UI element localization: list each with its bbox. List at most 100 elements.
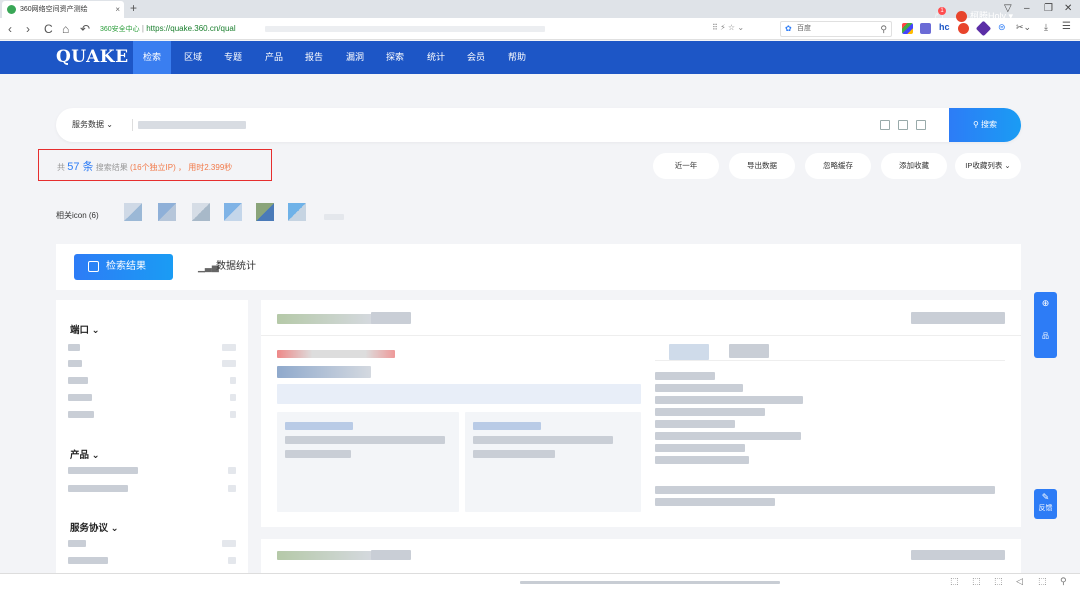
nav-region[interactable]: 区域 (174, 41, 212, 74)
status-icon[interactable]: ⬚ (950, 576, 959, 587)
filter-option[interactable] (68, 485, 128, 492)
result-summary: 共 57 条 搜索结果 (16个独立IP) ， 用时2.399秒 (57, 158, 232, 174)
detail-line (285, 422, 353, 430)
forward-button[interactable]: › (26, 20, 30, 38)
result-count: 57 条 (67, 161, 94, 173)
notification-badge: 1 (938, 7, 946, 15)
url-tools-icon[interactable]: ⠿ ⚡ ☆ ⌄ (712, 23, 744, 32)
extension-icon-red[interactable] (958, 23, 969, 34)
filter-protocol-header[interactable]: 服务协议 ⌄ (70, 520, 119, 534)
nav-help[interactable]: 帮助 (498, 41, 536, 74)
result-title[interactable] (277, 551, 373, 560)
filter-option[interactable] (68, 394, 92, 401)
float-panel-button[interactable]: ⊕ 品 (1034, 292, 1057, 358)
image-search-icon[interactable] (916, 120, 926, 130)
result-tag (371, 312, 411, 324)
feedback-button[interactable]: ✎ 反馈 (1034, 489, 1057, 519)
batch-search-icon[interactable] (898, 120, 908, 130)
filter-count (228, 557, 236, 564)
response-tab[interactable] (669, 344, 709, 360)
filter-product-header[interactable]: 产品 ⌄ (70, 447, 100, 461)
filter-option[interactable] (68, 360, 82, 367)
response-tab[interactable] (729, 344, 769, 358)
menu-icon[interactable]: ☰ (1062, 21, 1071, 32)
related-icon[interactable] (192, 203, 210, 221)
undo-close-button[interactable]: ↶ (80, 20, 90, 38)
summary-label: 搜索结果 (95, 163, 128, 172)
nav-search[interactable]: 检索 (133, 41, 171, 74)
edit-icon: ✎ (1041, 492, 1050, 502)
search-input[interactable] (138, 121, 246, 129)
address-bar: ‹ › C ⌂ ↶ 360安全中心 | https://quake.360.cn… (0, 18, 1080, 40)
ignore-cache-button[interactable]: 忽略缓存 (805, 153, 871, 179)
status-icon[interactable]: ⬚ (972, 576, 981, 587)
detail-line (285, 450, 351, 458)
status-icon[interactable]: ⬚ (1038, 576, 1047, 587)
tab-statistics[interactable]: 数据统计 (216, 254, 256, 280)
filter-option[interactable] (68, 411, 94, 418)
browser-search-field[interactable]: ✿ 百度 ⚲ (780, 21, 892, 37)
search-button[interactable]: ⚲ 搜索 (949, 108, 1021, 142)
site-favicon-icon (7, 5, 16, 14)
result-card (261, 539, 1021, 573)
related-icon[interactable] (158, 203, 176, 221)
nav-topic[interactable]: 专题 (214, 41, 252, 74)
avatar[interactable] (956, 11, 967, 22)
search-icon[interactable]: ⚲ (880, 22, 887, 36)
search-engine-label: 百度 (797, 25, 811, 32)
response-line (655, 444, 745, 452)
download-icon[interactable]: ⤓ (1044, 22, 1048, 33)
related-icon[interactable] (256, 203, 274, 221)
filter-port-header[interactable]: 端口 ⌄ (70, 322, 100, 336)
result-title[interactable] (277, 314, 373, 324)
quake-logo[interactable]: QUAKE (56, 47, 129, 67)
related-icon[interactable] (224, 203, 242, 221)
related-icon-more[interactable] (324, 214, 344, 220)
url-field[interactable]: 360安全中心 | https://quake.360.cn/qual (100, 21, 760, 37)
security-badge: 360安全中心 (100, 26, 140, 33)
related-icon[interactable] (124, 203, 142, 221)
zoom-icon[interactable]: ⚲ (1060, 576, 1067, 587)
browser-tab[interactable]: 360网络空间资产测绘 × (2, 1, 124, 18)
filter-option[interactable] (68, 540, 86, 547)
filter-option[interactable] (68, 344, 80, 351)
nav-product[interactable]: 产品 (255, 41, 293, 74)
response-line (655, 432, 801, 440)
response-line (655, 372, 715, 380)
hc-extension[interactable]: hc (939, 22, 950, 32)
new-tab-button[interactable]: + (130, 0, 137, 17)
response-line (655, 498, 775, 506)
nav-explore[interactable]: 探索 (376, 41, 414, 74)
speaker-icon[interactable]: ◁ (1016, 576, 1023, 587)
related-icon[interactable] (288, 203, 306, 221)
reload-button[interactable]: C (44, 20, 53, 38)
nav-statistics[interactable]: 统计 (417, 41, 455, 74)
filter-option[interactable] (68, 467, 138, 474)
export-data-button[interactable]: 导出数据 (729, 153, 795, 179)
status-icon[interactable]: ⬚ (994, 576, 1003, 587)
filter-option[interactable] (68, 557, 108, 564)
minimize-button[interactable]: – (1024, 0, 1030, 17)
apps-icon[interactable] (902, 23, 913, 34)
response-line (655, 384, 743, 392)
extension-icon[interactable] (920, 23, 931, 34)
detail-line (285, 436, 445, 444)
close-window-button[interactable]: ✕ (1064, 0, 1072, 17)
ip-favorites-dropdown[interactable]: IP收藏列表 ⌄ (955, 153, 1021, 179)
user-menu[interactable]: 柯腾Holy ▾ (970, 0, 1013, 33)
back-button[interactable]: ‹ (8, 20, 12, 38)
result-host[interactable] (277, 366, 371, 378)
restore-button[interactable]: ❐ (1044, 0, 1053, 17)
scan-icon[interactable] (880, 120, 890, 130)
nav-membership[interactable]: 会员 (457, 41, 495, 74)
nav-report[interactable]: 报告 (295, 41, 333, 74)
tab-close-icon[interactable]: × (115, 1, 120, 18)
time-range-button[interactable]: 近一年 (653, 153, 719, 179)
add-favorite-button[interactable]: 添加收藏 (881, 153, 947, 179)
home-button[interactable]: ⌂ (62, 20, 69, 38)
nav-vulnerability[interactable]: 漏洞 (336, 41, 374, 74)
filter-option[interactable] (68, 377, 88, 384)
summary-prefix: 共 (57, 163, 65, 172)
cut-icon[interactable]: ✂⌄ (1016, 22, 1031, 33)
search-scope-select[interactable]: 服务数据 ⌄ (72, 108, 113, 142)
